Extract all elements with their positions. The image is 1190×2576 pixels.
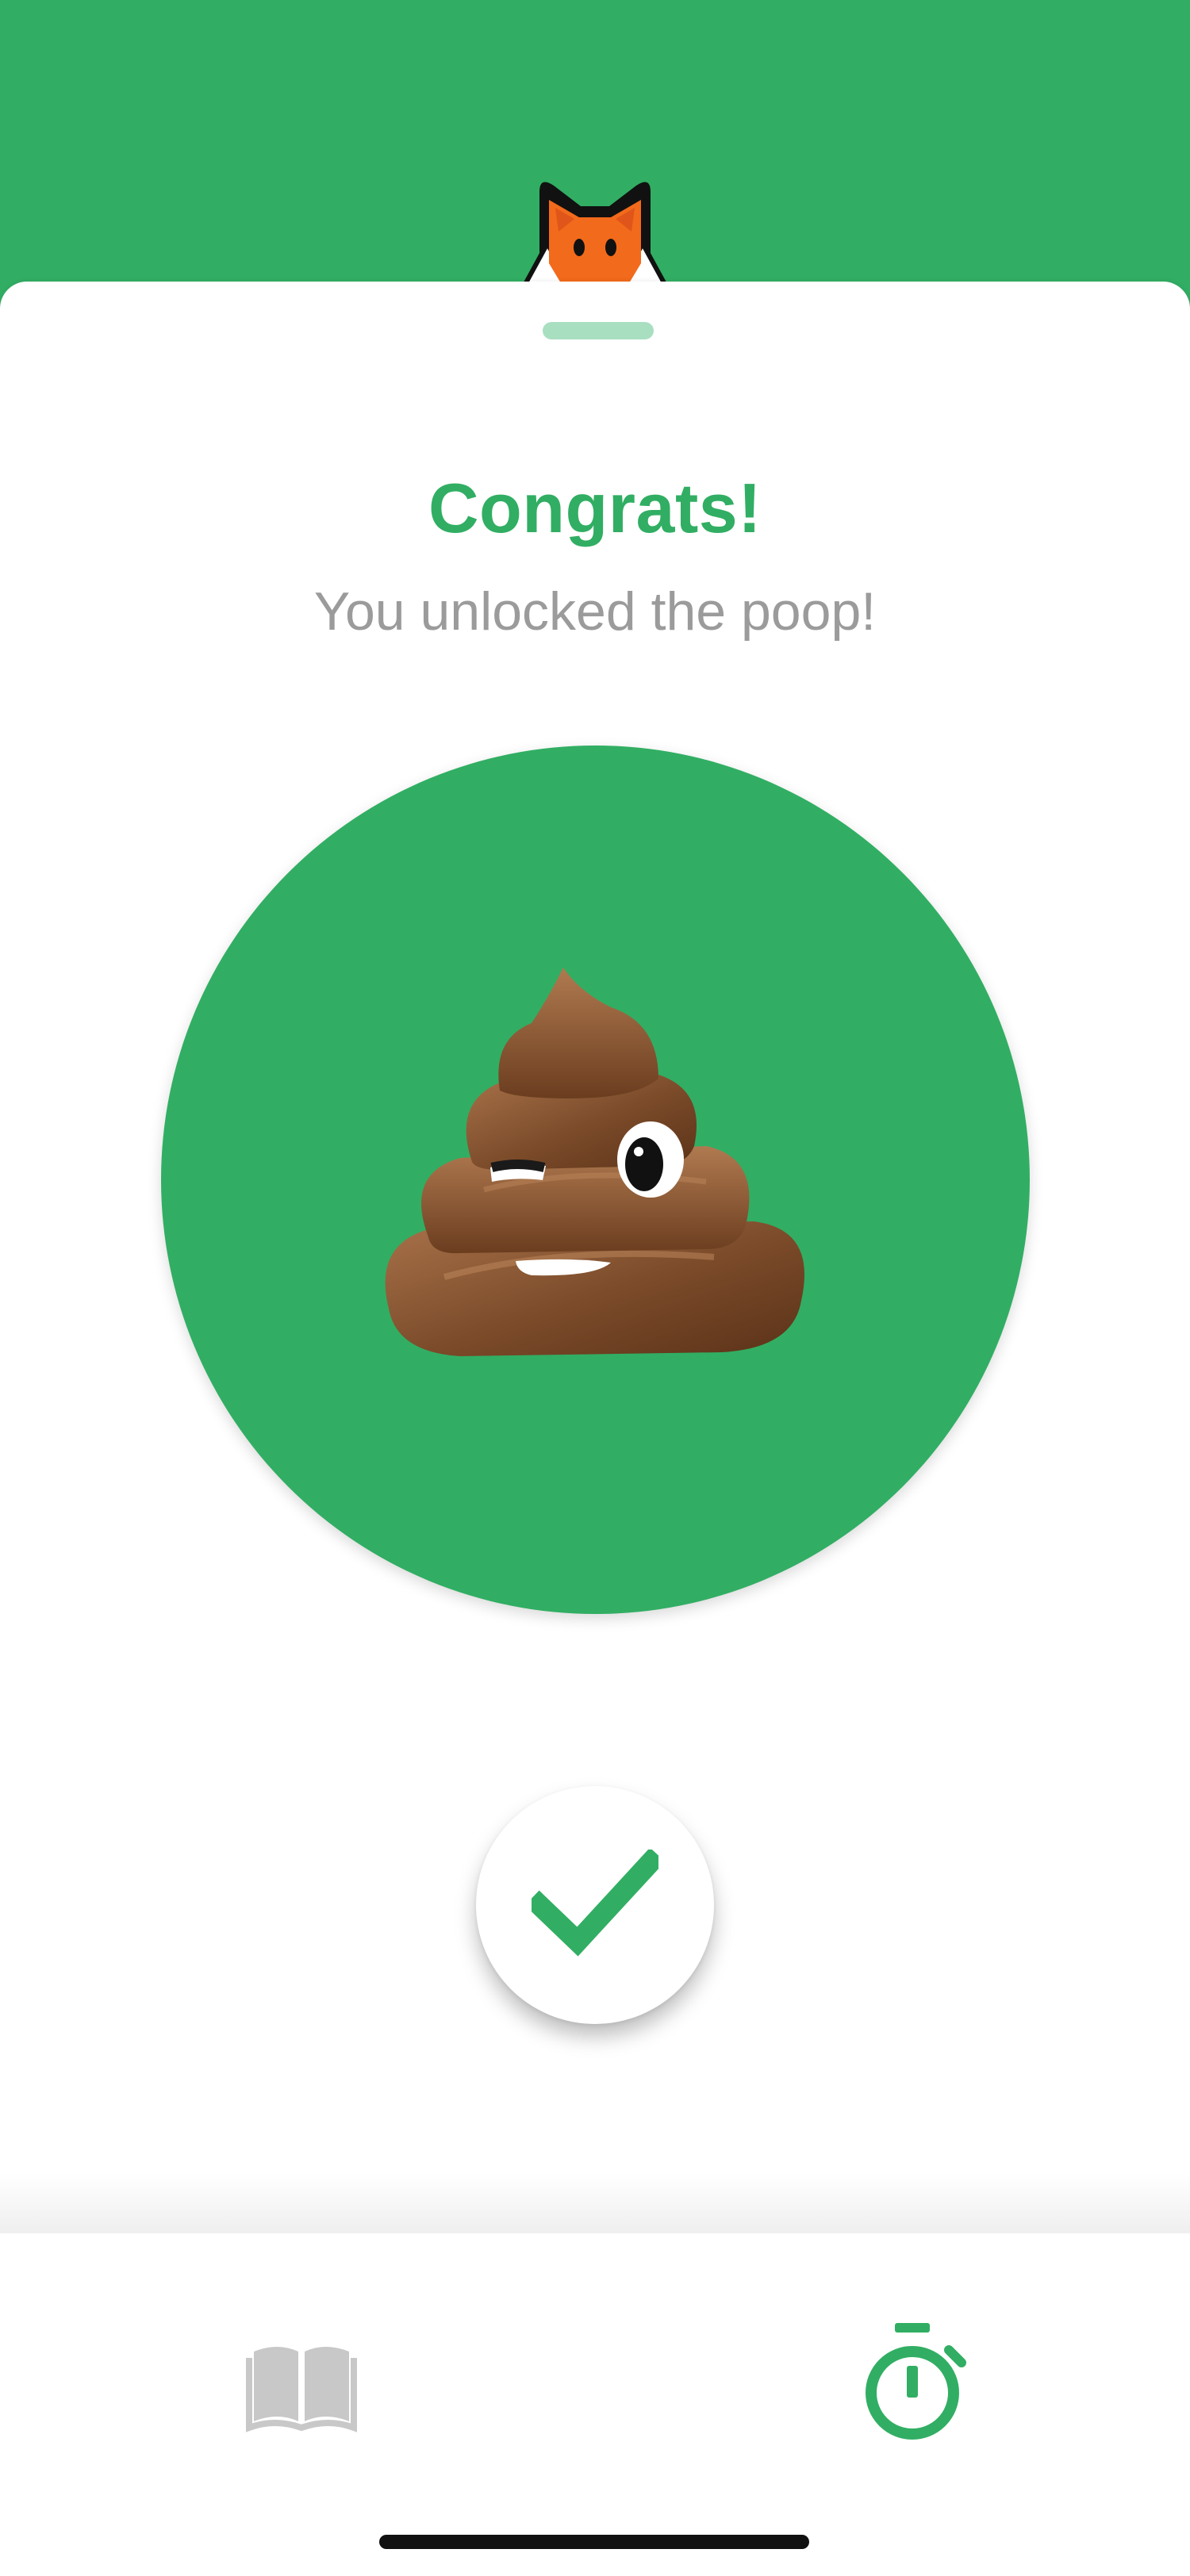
tab-bar: [0, 2233, 1190, 2576]
confirm-button[interactable]: [476, 1786, 714, 2024]
sheet-grabber[interactable]: [543, 322, 654, 339]
congrats-title: Congrats!: [428, 469, 762, 547]
unlock-message: You unlocked the poop!: [313, 581, 877, 642]
checkmark-icon: [532, 1850, 658, 1957]
pile-of-poo-icon: [385, 968, 804, 1356]
stopwatch-icon: [866, 2323, 966, 2440]
fox-mascot-icon: [519, 182, 671, 289]
book-icon: [246, 2347, 357, 2432]
sheet-bottom-fade: [0, 2173, 1190, 2233]
tab-timer[interactable]: [849, 2320, 976, 2447]
home-indicator[interactable]: [379, 2535, 809, 2549]
screen: Congrats! You unlocked the poop!: [0, 0, 1190, 2576]
tab-learn[interactable]: [238, 2320, 365, 2447]
